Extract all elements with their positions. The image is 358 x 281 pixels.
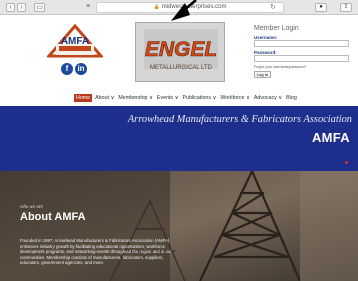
header-banner: Arrowhead Manufacturers & Fabricators As… xyxy=(0,106,358,171)
nav-blog[interactable]: Blog xyxy=(286,95,297,101)
nav-about[interactable]: About ∨ xyxy=(95,95,114,101)
login-button[interactable]: Log In xyxy=(254,71,271,78)
forward-button[interactable]: › xyxy=(17,3,26,12)
password-field[interactable] xyxy=(254,55,349,62)
engel-logo[interactable]: ENGEL METALLURGICAL LTD xyxy=(135,22,225,82)
engel-logo-subtext: METALLURGICAL LTD xyxy=(150,65,213,71)
back-button[interactable]: ‹ xyxy=(6,3,15,12)
extension-icon[interactable]: ● xyxy=(315,3,327,12)
chevron-down-icon: ∨ xyxy=(149,94,153,101)
facebook-icon[interactable]: f xyxy=(61,63,73,75)
sidebar-toggle-icon[interactable]: ▭ xyxy=(34,3,45,12)
forgot-password-link[interactable]: Forgot your username/password? xyxy=(254,65,354,69)
username-field[interactable] xyxy=(254,40,349,47)
nav-advocacy[interactable]: Advocacy ∨ xyxy=(254,95,282,101)
banner-marker xyxy=(345,161,348,164)
url-text: midwestenterprises.com xyxy=(161,4,227,10)
login-title: Member Login xyxy=(254,25,299,32)
chevron-down-icon: ∨ xyxy=(212,94,217,101)
banner-acronym: AMFA xyxy=(311,130,350,145)
address-bar[interactable]: 🔒 midwestenterprises.com xyxy=(96,2,284,13)
hero-heading: About AMFA xyxy=(20,211,86,223)
amfa-logo[interactable]: AMFA xyxy=(47,24,103,58)
lock-icon: 🔒 xyxy=(153,4,160,10)
member-login-panel: Member Login Username: Password: Forgot … xyxy=(254,25,354,78)
chevron-down-icon: ∨ xyxy=(245,94,250,101)
linkedin-icon[interactable]: in xyxy=(75,63,87,75)
amfa-logo-text: AMFA xyxy=(61,36,89,47)
share-icon[interactable]: ⇪ xyxy=(340,3,352,12)
chevron-down-icon: ∨ xyxy=(110,94,115,101)
nav-events[interactable]: Events ∨ xyxy=(157,95,179,101)
engel-logo-text: ENGEL xyxy=(145,38,217,61)
hero-paragraph: Founded in 1997, Arrowhead Manufacturers… xyxy=(20,238,172,266)
hero-eyebrow: who we are xyxy=(20,205,43,210)
main-nav: Home About ∨ Membership ∨ Events ∨ Publi… xyxy=(74,93,301,102)
banner-tagline: Arrowhead Manufacturers & Fabricators As… xyxy=(127,114,352,125)
chevron-down-icon: ∨ xyxy=(174,94,179,101)
reader-icon[interactable]: ≡ xyxy=(84,3,92,12)
nav-membership[interactable]: Membership ∨ xyxy=(118,95,153,101)
reload-icon[interactable]: ↻ xyxy=(270,3,276,11)
hero-section: who we are About AMFA Founded in 1997, A… xyxy=(0,171,358,281)
nav-publications[interactable]: Publications ∨ xyxy=(182,95,216,101)
browser-toolbar: ‹ › ▭ ≡ 🔒 midwestenterprises.com ↻ ● ⇪ xyxy=(0,0,358,15)
nav-workforce[interactable]: Workforce ∨ xyxy=(220,95,249,101)
nav-home[interactable]: Home xyxy=(74,93,93,102)
chevron-down-icon: ∨ xyxy=(278,94,283,101)
